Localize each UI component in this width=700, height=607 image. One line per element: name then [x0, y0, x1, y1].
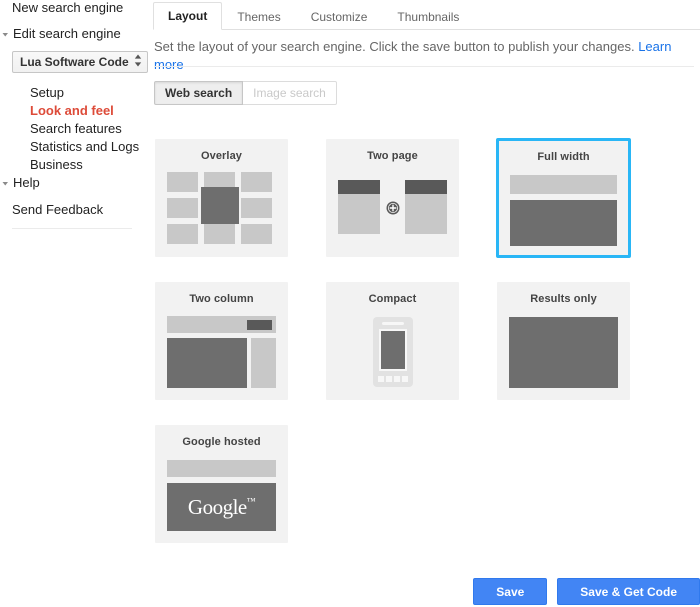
panel-description: Set the layout of your search engine. Cl…: [154, 38, 694, 74]
layout-card-two-page[interactable]: Two page: [325, 138, 460, 258]
layout-preview-results-only: [509, 315, 618, 388]
layout-preview-google-hosted: Google™: [167, 458, 276, 531]
tabstrip: Layout Themes Customize Thumbnails: [153, 1, 700, 30]
save-get-code-button[interactable]: Save & Get Code: [557, 578, 700, 605]
layout-card-google-hosted-title: Google hosted: [182, 436, 261, 448]
footer-actions: Save Save & Get Code: [473, 578, 700, 605]
main-panel: Layout Themes Customize Thumbnails Set t…: [153, 0, 700, 607]
sidebar-item-edit-search-engine[interactable]: Edit search engine: [1, 26, 121, 42]
image-search-toggle[interactable]: Image search: [243, 81, 337, 105]
sidebar: New search engine Edit search engine Lua…: [0, 0, 148, 607]
tab-customize[interactable]: Customize: [296, 2, 383, 30]
layout-card-full-width[interactable]: Full width: [496, 138, 631, 258]
layout-preview-overlay: [167, 172, 276, 244]
sidebar-item-new-search-engine[interactable]: New search engine: [12, 0, 123, 16]
disclosure-triangle-icon[interactable]: [1, 179, 10, 188]
search-type-toggle-group: Web search Image search: [154, 81, 337, 105]
sidebar-item-send-feedback[interactable]: Send Feedback: [12, 202, 103, 218]
tab-themes[interactable]: Themes: [222, 2, 295, 30]
layout-card-overlay[interactable]: Overlay: [154, 138, 289, 258]
description-divider: [154, 66, 694, 67]
sidebar-item-help-label[interactable]: Help: [13, 175, 40, 191]
web-search-toggle[interactable]: Web search: [154, 81, 244, 105]
layout-card-compact[interactable]: Compact: [325, 281, 460, 401]
sidebar-item-setup[interactable]: Setup: [30, 84, 140, 101]
search-engine-select-value: Lua Software Code: [20, 55, 129, 69]
layout-card-two-column-title: Two column: [189, 293, 254, 305]
layout-card-compact-title: Compact: [368, 293, 417, 305]
mobile-phone-icon: [372, 317, 413, 387]
sidebar-item-help[interactable]: Help: [1, 175, 40, 191]
search-engine-select[interactable]: Lua Software Code: [12, 51, 148, 73]
layout-preview-two-page: [338, 172, 447, 244]
panel-description-text: Set the layout of your search engine. Cl…: [154, 39, 635, 54]
layout-card-google-hosted[interactable]: Google hosted Google™: [154, 424, 289, 544]
sidebar-item-business[interactable]: Business: [30, 156, 140, 173]
plus-circle-icon: [386, 201, 400, 215]
layout-card-overlay-title: Overlay: [200, 150, 243, 162]
layout-card-results-only[interactable]: Results only: [496, 281, 631, 401]
save-button[interactable]: Save: [473, 578, 548, 605]
select-updown-arrows-icon: [134, 54, 142, 70]
sidebar-subnav: Setup Look and feel Search features Stat…: [30, 84, 140, 174]
google-wordmark: Google: [187, 494, 247, 519]
layout-card-two-page-title: Two page: [367, 150, 418, 162]
sidebar-item-statistics-and-logs[interactable]: Statistics and Logs: [30, 138, 140, 155]
layout-preview-compact: [338, 315, 447, 387]
layout-card-two-column[interactable]: Two column: [154, 281, 289, 401]
sidebar-item-edit-search-engine-label[interactable]: Edit search engine: [13, 26, 121, 42]
layout-preview-two-column: [167, 315, 276, 388]
disclosure-triangle-icon[interactable]: [1, 30, 10, 39]
tabstrip-underline: [153, 29, 700, 30]
sidebar-divider: [12, 228, 132, 229]
layout-card-results-only-title: Results only: [530, 293, 597, 305]
trademark-icon: ™: [246, 495, 256, 506]
layout-preview-full-width: [510, 173, 617, 246]
sidebar-item-new-search-engine-label[interactable]: New search engine: [12, 0, 123, 16]
tab-thumbnails[interactable]: Thumbnails: [382, 2, 474, 30]
layout-card-full-width-title: Full width: [537, 151, 590, 163]
tab-layout[interactable]: Layout: [153, 2, 223, 30]
sidebar-item-send-feedback-label[interactable]: Send Feedback: [12, 202, 103, 218]
sidebar-item-look-and-feel[interactable]: Look and feel: [30, 102, 140, 119]
sidebar-item-search-features[interactable]: Search features: [30, 120, 140, 137]
